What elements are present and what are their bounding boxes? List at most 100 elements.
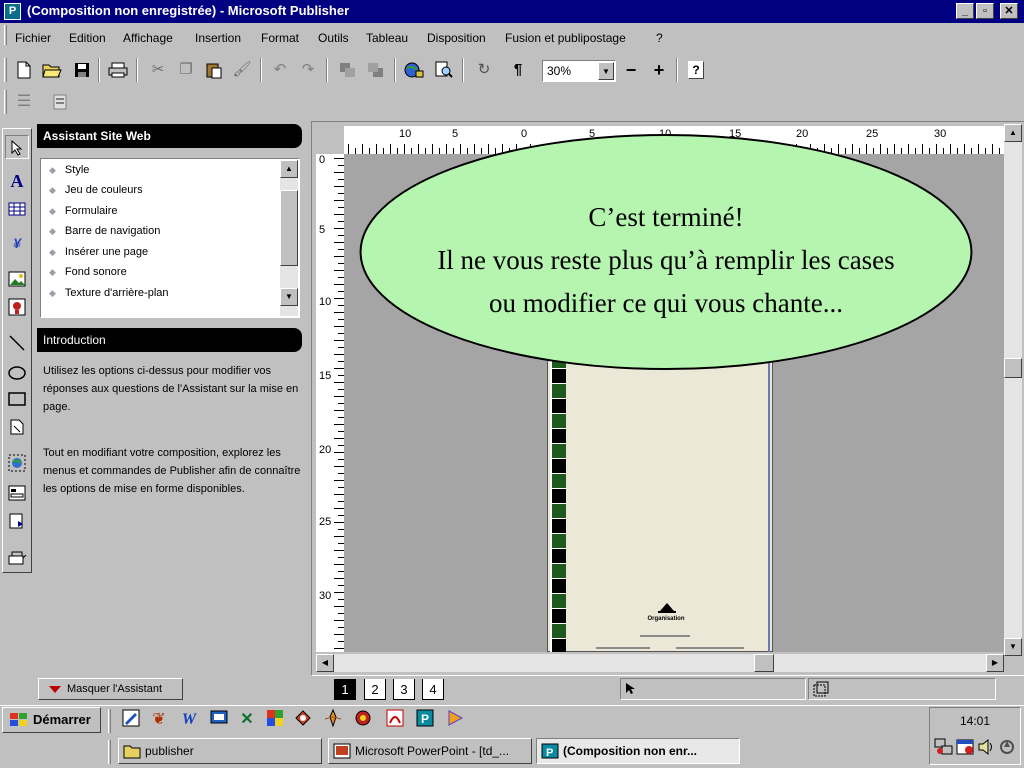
zoom-in-button[interactable]: + [647, 58, 671, 82]
vertical-ruler[interactable]: 0 5 10 15 20 25 30 [316, 154, 344, 652]
picture-tool-icon[interactable] [5, 267, 29, 291]
hide-wizard-button[interactable]: Masquer l'Assistant [38, 678, 183, 700]
web-preview-icon[interactable] [402, 58, 426, 82]
html-fragment-tool-icon[interactable] [5, 509, 29, 533]
format-painter-icon[interactable]: 🖌 [230, 58, 254, 82]
page-tab-3[interactable]: 3 [393, 679, 415, 700]
toolbar-grip[interactable] [4, 90, 7, 114]
scrollbar-thumb[interactable] [1004, 358, 1022, 378]
list-item[interactable]: ◆ Fond sonore [49, 266, 127, 278]
quicklaunch-app-7-icon[interactable] [292, 709, 314, 731]
task-publisher-active[interactable]: P (Composition non enr... [536, 738, 740, 764]
start-button[interactable]: Démarrer [2, 707, 101, 733]
redo-icon[interactable]: ↷ [296, 58, 320, 82]
menu-format[interactable]: Format [261, 31, 299, 45]
menu-help[interactable]: ? [656, 31, 663, 45]
list-item[interactable]: ◆ Style [49, 164, 89, 176]
scheduler-icon[interactable] [956, 738, 976, 756]
page-tab-2[interactable]: 2 [364, 679, 386, 700]
list-item[interactable]: ◆ Barre de navigation [49, 225, 160, 237]
quicklaunch-excel-icon[interactable]: ✕ [236, 709, 258, 731]
menu-insertion[interactable]: Insertion [195, 31, 241, 45]
quicklaunch-acrobat-icon[interactable] [384, 709, 406, 731]
list-item[interactable]: ◆ Texture d'arrière-plan [49, 287, 169, 299]
save-icon[interactable] [70, 58, 94, 82]
text-tool-icon[interactable]: A [5, 169, 29, 193]
align-icon[interactable]: ☰ [12, 90, 36, 114]
send-to-back-icon[interactable] [364, 58, 388, 82]
quicklaunch-app-8-icon[interactable] [322, 708, 344, 731]
undo-icon[interactable]: ↶ [268, 58, 292, 82]
network-icon[interactable] [934, 738, 954, 756]
list-item[interactable]: ◆ Formulaire [49, 205, 118, 217]
page-tab-1[interactable]: 1 [334, 679, 356, 700]
scroll-down-icon[interactable]: ▼ [280, 288, 298, 306]
quicklaunch-app-2-icon[interactable]: ❦ [148, 709, 170, 731]
wizard-option-list[interactable]: ◆ Style ◆ Jeu de couleurs ◆ Formulaire ◆ Bar… [40, 158, 300, 318]
scroll-up-icon[interactable]: ▲ [280, 160, 298, 178]
option-list-scrollbar[interactable]: ▲ ▼ [280, 160, 298, 316]
chevron-down-icon[interactable]: ▼ [598, 62, 614, 80]
paste-icon[interactable] [202, 58, 226, 82]
quicklaunch-app-6-icon[interactable] [264, 709, 286, 731]
print-icon[interactable] [106, 58, 130, 82]
scrollbar-thumb[interactable] [280, 190, 298, 266]
title-bar[interactable]: P (Composition non enregistrée) - Micros… [0, 0, 1024, 23]
scroll-right-icon[interactable]: ▶ [986, 654, 1004, 672]
design-gallery-tool-icon[interactable] [5, 545, 29, 569]
publisher-app-icon[interactable]: P [4, 3, 21, 20]
wordart-tool-icon[interactable]: ¥ [5, 231, 29, 255]
help-icon[interactable]: ? [684, 58, 708, 82]
task-publisher-folder[interactable]: publisher [118, 738, 322, 764]
menubar-grip[interactable] [4, 25, 7, 45]
print-preview-icon[interactable] [432, 58, 456, 82]
form-control-tool-icon[interactable] [5, 481, 29, 505]
quicklaunch-app-12-icon[interactable] [444, 709, 466, 731]
quicklaunch-word-icon[interactable]: W [178, 709, 200, 731]
task-powerpoint[interactable]: Microsoft PowerPoint - [td_... [328, 738, 532, 764]
quicklaunch-app-4-icon[interactable] [208, 709, 230, 731]
volume-icon[interactable] [978, 738, 994, 756]
clipart-tool-icon[interactable] [5, 295, 29, 319]
custom-shape-tool-icon[interactable] [5, 415, 29, 439]
copy-icon[interactable]: ❐ [174, 58, 198, 82]
table-tool-icon[interactable] [5, 197, 29, 221]
menu-fichier[interactable]: Fichier [15, 31, 51, 45]
hotspot-tool-icon[interactable] [5, 451, 29, 475]
scrollbar-thumb[interactable] [754, 654, 774, 672]
show-formatting-marks-icon[interactable]: ¶ [506, 58, 530, 82]
menu-outils[interactable]: Outils [318, 31, 349, 45]
oval-tool-icon[interactable] [5, 361, 29, 385]
open-folder-icon[interactable] [40, 58, 64, 82]
zoom-dropdown[interactable]: 30% ▼ [542, 60, 616, 82]
quicklaunch-grip[interactable] [108, 709, 111, 733]
horizontal-scrollbar[interactable]: ◀ ▶ [316, 654, 1004, 672]
zoom-out-button[interactable]: − [619, 58, 643, 82]
menu-affichage[interactable]: Affichage [123, 31, 173, 45]
rectangle-tool-icon[interactable] [5, 387, 29, 411]
scroll-up-icon[interactable]: ▲ [1004, 124, 1022, 142]
close-button[interactable]: ✕ [1000, 3, 1018, 19]
quicklaunch-publisher-icon[interactable]: P [414, 709, 436, 731]
clock[interactable]: 14:01 [960, 714, 990, 728]
menu-fusion-publipostage[interactable]: Fusion et publipostage [505, 31, 626, 45]
spelling-icon[interactable]: ↻ [472, 58, 496, 82]
pointer-tool-icon[interactable] [5, 135, 29, 159]
cut-icon[interactable]: ✂ [146, 58, 170, 82]
maximize-button[interactable]: ▫ [976, 3, 994, 19]
quicklaunch-app-9-icon[interactable] [352, 709, 374, 731]
vertical-scrollbar[interactable]: ▲ ▼ [1004, 124, 1022, 656]
new-document-icon[interactable] [12, 58, 36, 82]
list-item[interactable]: ◆ Jeu de couleurs [49, 184, 143, 196]
menu-disposition[interactable]: Disposition [427, 31, 486, 45]
page-tab-4[interactable]: 4 [422, 679, 444, 700]
menu-tableau[interactable]: Tableau [366, 31, 408, 45]
quicklaunch-app-1-icon[interactable] [120, 709, 142, 731]
taskbar-grip[interactable] [108, 740, 111, 764]
menu-edition[interactable]: Edition [69, 31, 106, 45]
format-properties-icon[interactable] [48, 90, 72, 114]
bring-to-front-icon[interactable] [336, 58, 360, 82]
tray-app-icon[interactable] [998, 738, 1016, 756]
list-item[interactable]: ◆ Insérer une page [49, 246, 148, 258]
minimize-button[interactable]: _ [956, 3, 974, 19]
